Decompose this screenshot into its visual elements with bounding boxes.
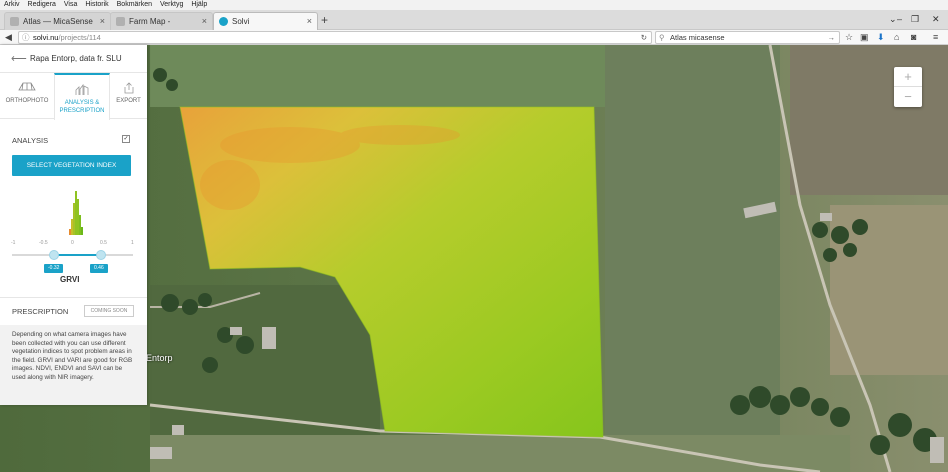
new-tab-button[interactable]: + <box>321 13 328 27</box>
nav-bar: ◀ ⓘ solvi.nu/projects/114 ↻ ⚲ Atlas mica… <box>0 30 948 45</box>
range-slider-min-handle[interactable] <box>49 250 59 260</box>
analysis-heading: ANALYSIS <box>12 136 49 145</box>
histogram-bars <box>69 191 83 235</box>
panel-tabs: ORTHOPHOTO ANALYSIS & PRESCRIPTION EXPOR… <box>0 73 147 120</box>
url-path: /projects/114 <box>58 33 101 42</box>
zoom-in-button[interactable]: + <box>894 67 922 87</box>
tab-label: EXPORT <box>116 98 141 104</box>
search-bar[interactable]: ⚲ Atlas micasense → <box>655 31 840 44</box>
tab-farm-map[interactable]: Farm Map - MicaSense × <box>110 12 213 43</box>
analysis-icon <box>75 84 89 95</box>
project-title: Rapa Entorp, data fr. SLU <box>30 54 122 63</box>
prescription-row: PRESCRIPTION COMING SOON <box>0 297 147 325</box>
close-icon[interactable]: × <box>307 13 312 30</box>
export-icon <box>124 82 133 94</box>
reload-icon[interactable]: ↻ <box>641 32 647 43</box>
back-button[interactable]: ◀ <box>5 31 12 43</box>
tab-export[interactable]: EXPORT <box>110 73 147 119</box>
tab-orthophoto[interactable]: ORTHOPHOTO <box>0 73 54 119</box>
tab-atlas[interactable]: Atlas — MicaSense × <box>4 12 111 30</box>
download-icon[interactable]: ⬇ <box>877 31 885 43</box>
zoom-out-button[interactable]: − <box>894 87 922 107</box>
back-arrow-icon[interactable]: ⟵ <box>11 45 27 73</box>
menu-bar: Arkiv Redigera Visa Historik Bokmärken V… <box>0 0 948 10</box>
range-slider-max-handle[interactable] <box>96 250 106 260</box>
index-histogram <box>69 191 83 235</box>
tick-label: -0.5 <box>39 240 48 246</box>
url-bar[interactable]: ⓘ solvi.nu/projects/114 ↻ <box>18 31 652 44</box>
menu-tools[interactable]: Verktyg <box>160 1 183 8</box>
menu-bookmarks[interactable]: Bokmärken <box>117 1 152 8</box>
panel-header: ⟵ Rapa Entorp, data fr. SLU <box>0 45 147 73</box>
home-icon[interactable]: ⌂ <box>894 31 899 43</box>
page-icon <box>116 17 125 26</box>
minimize-button[interactable]: – <box>897 13 902 25</box>
restore-button[interactable]: ❐ <box>911 13 919 25</box>
menu-file[interactable]: Arkiv <box>4 1 20 8</box>
side-panel: ⟵ Rapa Entorp, data fr. SLU ORTHOPHOTO A… <box>0 45 147 405</box>
search-input[interactable]: Atlas micasense <box>670 33 725 42</box>
tick-label: -1 <box>11 240 16 246</box>
menu-view[interactable]: Visa <box>64 1 78 8</box>
analysis-row: ANALYSIS ✓ <box>12 135 134 145</box>
analysis-checkbox[interactable]: ✓ <box>122 135 130 143</box>
tab-label: Solvi <box>232 17 250 26</box>
tab-label: ANALYSIS & PRESCRIPTION <box>59 100 105 114</box>
arrow-right-icon[interactable]: → <box>828 32 836 43</box>
orthophoto-icon <box>18 82 36 91</box>
info-icon[interactable]: ⓘ <box>22 32 30 43</box>
prescription-heading: PRESCRIPTION <box>12 307 69 316</box>
menu-history[interactable]: Historik <box>85 1 108 8</box>
hamburger-menu-icon[interactable]: ≡ <box>933 31 938 43</box>
tick-label: 0 <box>71 240 74 246</box>
select-vegetation-index-button[interactable]: SELECT VEGETATION INDEX <box>12 155 131 176</box>
pocket-icon[interactable]: ◙ <box>911 31 916 43</box>
zoom-control: + − <box>894 67 922 107</box>
vegetation-index-name: GRVI <box>60 275 80 284</box>
menu-edit[interactable]: Redigera <box>28 1 56 8</box>
map-place-label: Entorp <box>146 353 173 363</box>
search-icon: ⚲ <box>659 33 665 42</box>
menu-help[interactable]: Hjälp <box>191 1 207 8</box>
range-min-value: -0.32 <box>44 264 64 273</box>
close-window-button[interactable]: ✕ <box>932 13 940 25</box>
tab-label: Atlas — MicaSense <box>23 17 93 26</box>
range-max-value: 0.46 <box>90 264 108 273</box>
tab-solvi[interactable]: Solvi × <box>213 12 318 30</box>
tab-strip: Atlas — MicaSense × Farm Map - MicaSense… <box>0 10 948 43</box>
url-host: solvi.nu <box>33 33 59 42</box>
solvi-icon <box>219 17 228 26</box>
clipboard-icon[interactable]: ▣ <box>860 31 869 43</box>
chevron-down-icon[interactable]: ⌄ <box>889 13 897 25</box>
tab-analysis[interactable]: ANALYSIS & PRESCRIPTION <box>54 73 110 120</box>
coming-soon-button[interactable]: COMING SOON <box>84 305 134 317</box>
close-icon[interactable]: × <box>100 13 105 30</box>
page-icon <box>10 17 19 26</box>
tick-label: 0.5 <box>100 240 107 246</box>
close-icon[interactable]: × <box>202 13 207 30</box>
tick-label: 1 <box>131 240 134 246</box>
tab-label: ORTHOPHOTO <box>5 98 49 104</box>
info-text: Depending on what camera images have bee… <box>0 325 147 405</box>
range-slider-fill <box>53 254 101 256</box>
bookmark-star-icon[interactable]: ☆ <box>845 31 853 43</box>
